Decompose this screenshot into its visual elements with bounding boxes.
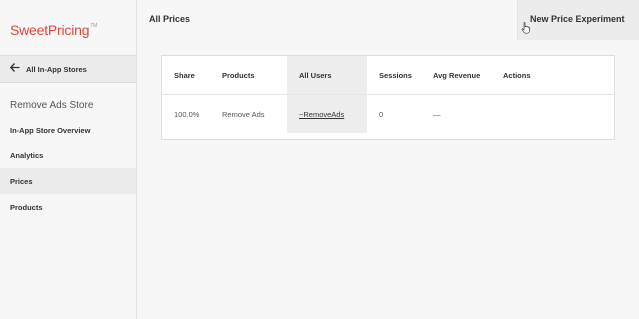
column-header-actions: Actions: [503, 56, 614, 95]
new-price-experiment-button[interactable]: New Price Experiment: [517, 0, 639, 40]
arrow-left-icon: [9, 63, 22, 75]
sidebar-item-prices[interactable]: Prices: [0, 168, 136, 194]
table-row: 100.0% Remove Ads ~RemoveAds 0 —: [162, 94, 614, 134]
column-header-products: Products: [222, 56, 287, 95]
price-link-removeads[interactable]: ~RemoveAds: [299, 110, 344, 119]
sidebar-item-label: Prices: [10, 176, 33, 186]
column-header-avg-revenue: Avg Revenue: [433, 56, 503, 95]
cell-products: Remove Ads: [222, 109, 265, 119]
prices-table: Share Products All Users Sessions Avg Re…: [161, 55, 615, 140]
sidebar-item-overview[interactable]: In-App Store Overview: [0, 117, 136, 143]
column-header-sessions: Sessions: [367, 56, 433, 95]
sidebar-item-label: In-App Store Overview: [10, 125, 91, 135]
column-header-share: Share: [162, 56, 222, 95]
table-header-row: Share Products All Users Sessions Avg Re…: [162, 56, 614, 95]
sweetpricing-logo[interactable]: SweetPricingTM: [10, 22, 97, 38]
cell-share: 100.0%: [174, 109, 200, 119]
sidebar-item-label: Products: [10, 202, 43, 212]
sidebar-item-analytics[interactable]: Analytics: [0, 142, 136, 168]
sidebar: SweetPricingTM All In-App Stores Remove …: [0, 0, 137, 319]
hand-cursor-icon: [521, 22, 530, 34]
back-to-all-stores-link[interactable]: All In-App Stores: [0, 55, 136, 83]
store-name: Remove Ads Store: [10, 100, 94, 111]
back-link-label: All In-App Stores: [26, 64, 87, 74]
cell-avg-revenue: —: [433, 109, 441, 119]
logo-sweet-text: Sweet: [10, 22, 48, 38]
cell-actions: [503, 95, 614, 134]
column-header-all-users[interactable]: All Users: [287, 56, 367, 95]
new-price-experiment-label: New Price Experiment: [530, 14, 625, 24]
cell-sessions: 0: [379, 109, 384, 119]
logo-pricing-text: Pricing: [47, 22, 90, 38]
cell-all-users: ~RemoveAds: [287, 94, 367, 133]
sidebar-item-label: Analytics: [10, 150, 44, 160]
sidebar-item-products[interactable]: Products: [0, 194, 136, 220]
page-title: All Prices: [149, 14, 191, 24]
logo-trademark: TM: [90, 23, 98, 29]
